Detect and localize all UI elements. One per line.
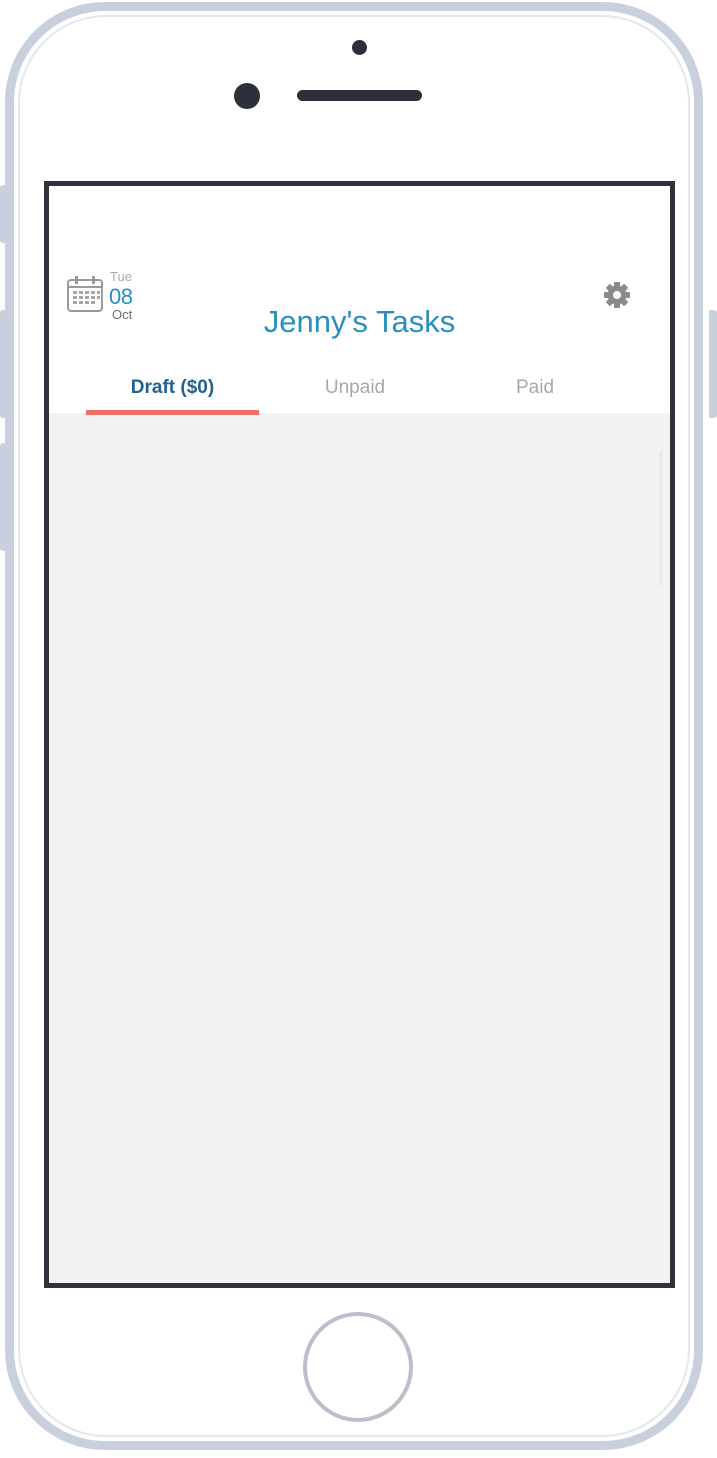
mute-switch <box>0 185 8 243</box>
tab-unpaid[interactable]: Unpaid <box>269 366 441 414</box>
volume-up-button <box>0 310 8 418</box>
proximity-sensor <box>352 40 367 55</box>
tab-bar: Draft ($0) Unpaid Paid <box>49 366 670 414</box>
tab-draft[interactable]: Draft ($0) <box>86 366 259 414</box>
scroll-indicator <box>660 451 662 586</box>
volume-down-button <box>0 443 8 551</box>
tab-paid[interactable]: Paid <box>449 366 621 414</box>
earpiece-speaker <box>297 90 422 101</box>
front-camera <box>234 83 260 109</box>
app-screen: Tue 08 Oct Jenny's Tasks Draft ($0) Unpa… <box>44 181 675 1288</box>
page-title: Jenny's Tasks <box>263 304 456 339</box>
date-day-of-week: Tue <box>110 269 132 284</box>
power-button <box>709 310 717 418</box>
home-button[interactable] <box>303 1312 413 1422</box>
active-tab-indicator <box>86 410 259 415</box>
task-list-area <box>49 413 670 1283</box>
